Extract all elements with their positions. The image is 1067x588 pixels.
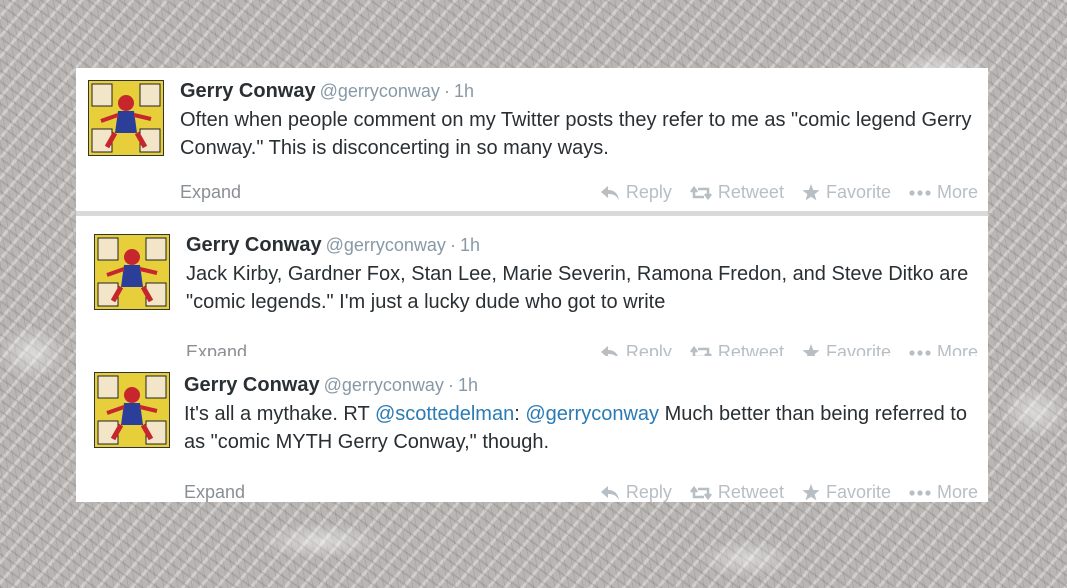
meta-separator: ·: [447, 375, 454, 395]
mention-link-gerryconway[interactable]: @gerryconway: [525, 403, 659, 425]
meta-separator: ·: [443, 81, 450, 101]
reply-label: Reply: [625, 482, 672, 502]
avatar[interactable]: [88, 80, 164, 156]
more-button[interactable]: More: [909, 182, 978, 203]
expand-link[interactable]: Expand: [184, 482, 245, 503]
retweet-label: Retweet: [717, 182, 784, 202]
favorite-label: Favorite: [825, 182, 891, 202]
reply-button[interactable]: Reply: [600, 182, 672, 203]
reply-label: Reply: [625, 182, 672, 202]
tweet-timestamp[interactable]: 1h: [454, 81, 474, 101]
retweet-button[interactable]: Retweet: [689, 482, 784, 503]
expand-link[interactable]: Expand: [180, 182, 241, 203]
comic-avatar-image: [95, 235, 169, 309]
comic-avatar-image: [95, 373, 169, 447]
tweet-text: Jack Kirby, Gardner Fox, Stan Lee, Marie…: [186, 263, 969, 313]
favorite-button[interactable]: Favorite: [802, 482, 891, 503]
favorite-button[interactable]: Favorite: [802, 182, 891, 203]
mention-link-scottedelman[interactable]: @scottedelman: [375, 403, 514, 425]
tweet-text: Often when people comment on my Twitter …: [180, 109, 972, 159]
retweet-button[interactable]: Retweet: [689, 182, 784, 203]
author-handle[interactable]: @gerryconway: [324, 375, 444, 395]
favorite-star-icon: [802, 484, 820, 501]
favorite-star-icon: [802, 184, 820, 201]
retweet-label: Retweet: [717, 482, 784, 502]
more-label: More: [936, 482, 978, 502]
avatar[interactable]: [94, 234, 170, 310]
author-name[interactable]: Gerry Conway: [184, 374, 320, 396]
retweet-icon: [689, 185, 712, 200]
tweet-3[interactable]: Gerry Conway @gerryconway · 1h It's all a m…: [76, 356, 988, 502]
more-button[interactable]: More: [909, 482, 978, 503]
comic-avatar-image: [89, 81, 163, 155]
tweet-1[interactable]: Gerry Conway @gerryconway · 1h Often when p…: [76, 68, 988, 211]
author-handle[interactable]: @gerryconway: [320, 81, 440, 101]
tweet-timestamp[interactable]: 1h: [458, 375, 478, 395]
tweet-2[interactable]: Gerry Conway @gerryconway · 1h Jack Kirby, …: [76, 216, 988, 362]
favorite-label: Favorite: [825, 482, 891, 502]
reply-icon: [600, 485, 619, 500]
avatar[interactable]: [94, 372, 170, 448]
more-label: More: [936, 182, 978, 202]
retweet-icon: [689, 485, 712, 500]
text-segment: :: [514, 403, 526, 425]
tweet-timestamp[interactable]: 1h: [460, 235, 480, 255]
author-handle[interactable]: @gerryconway: [326, 235, 446, 255]
author-name[interactable]: Gerry Conway: [186, 234, 322, 256]
tweet-text: It's all a mythake. RT @scottedelman: @g…: [184, 400, 978, 456]
reply-icon: [600, 185, 619, 200]
more-dots-icon: [909, 189, 931, 196]
more-dots-icon: [909, 489, 931, 496]
author-name[interactable]: Gerry Conway: [180, 80, 316, 102]
reply-button[interactable]: Reply: [600, 482, 672, 503]
meta-separator: ·: [449, 235, 456, 255]
text-segment: It's all a mythake. RT: [184, 403, 375, 425]
more-dots-icon: [909, 349, 931, 356]
